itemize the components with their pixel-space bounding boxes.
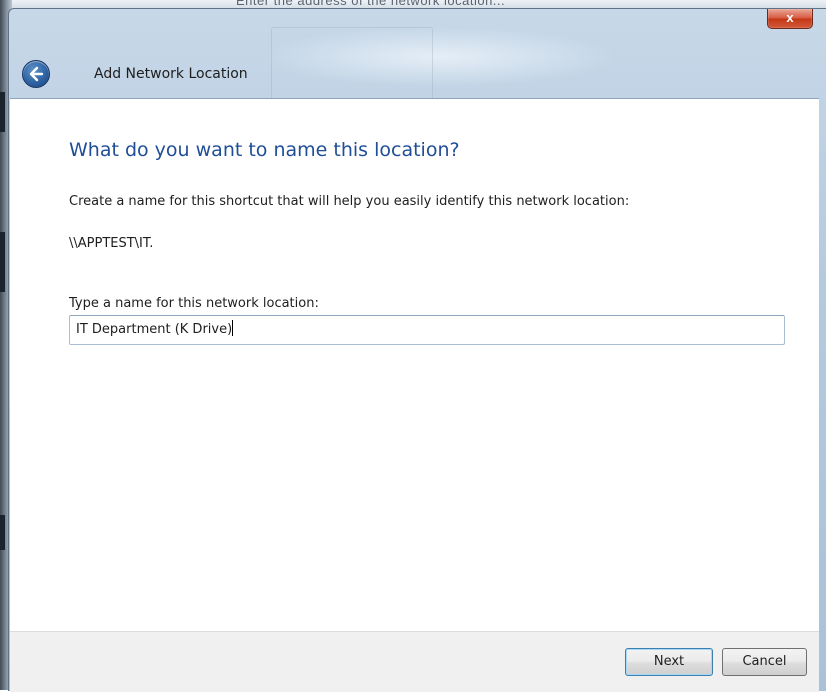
name-field-label: Type a name for this network location: [69, 296, 319, 311]
instruction-text: Create a name for this shortcut that wil… [69, 194, 630, 209]
next-button[interactable]: Next [625, 648, 713, 676]
close-button[interactable]: x [767, 9, 813, 29]
back-arrow-icon [29, 66, 44, 82]
location-name-value: IT Department (K Drive) [76, 322, 233, 337]
text-caret [232, 320, 234, 336]
cancel-button[interactable]: Cancel [722, 648, 807, 676]
back-button[interactable] [22, 60, 50, 88]
window-title: Add Network Location [94, 66, 248, 82]
close-icon: x [786, 10, 794, 25]
title-bar: x Add Network Location [9, 9, 826, 101]
background-text: Enter the address of the network locatio… [236, 0, 506, 8]
add-network-location-dialog: x Add Network Location What do you want … [8, 8, 826, 692]
network-path-text: \\APPTEST\IT. [69, 236, 154, 251]
page-heading: What do you want to name this location? [69, 139, 460, 161]
location-name-input[interactable]: IT Department (K Drive) [69, 315, 785, 345]
wizard-content: What do you want to name this location? … [10, 98, 819, 632]
wizard-footer: Next Cancel [10, 631, 819, 692]
